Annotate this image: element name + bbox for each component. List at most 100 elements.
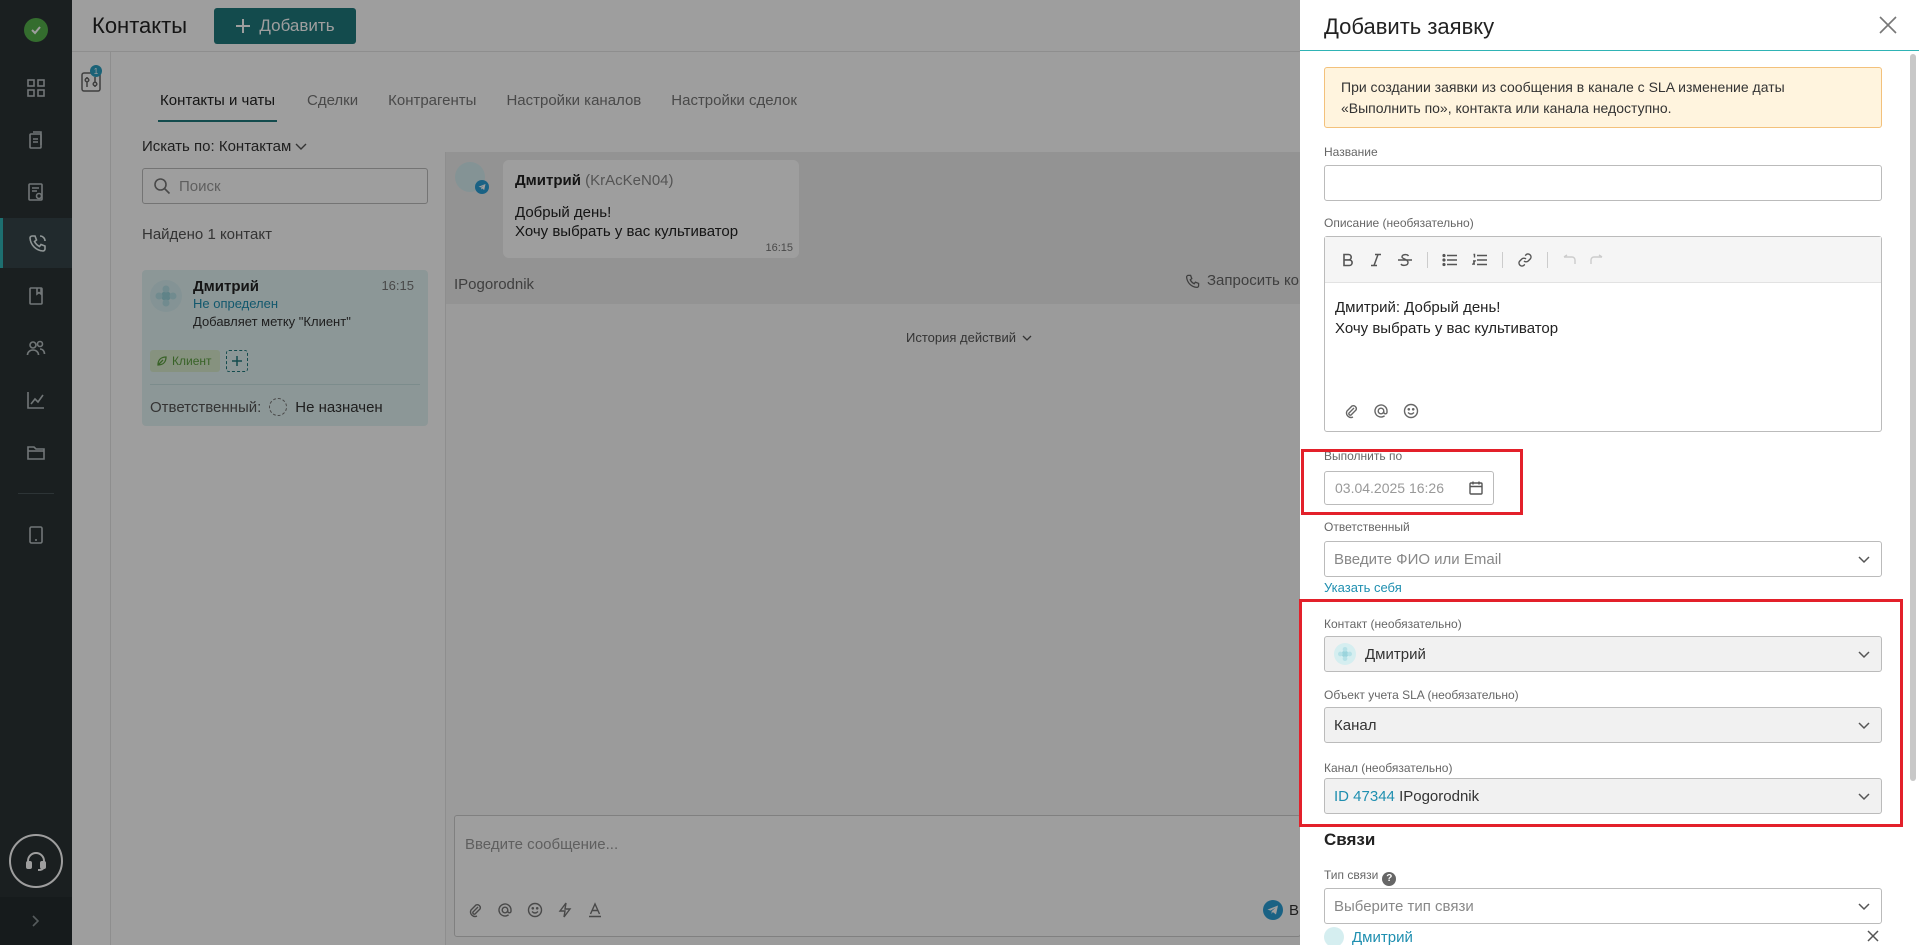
sidebar-item-knowledge[interactable] <box>0 271 72 321</box>
bullet-list-icon[interactable] <box>1442 253 1458 267</box>
attach-icon[interactable] <box>1343 403 1359 419</box>
search-by-label: Искать по: Контактам <box>142 138 292 155</box>
tab-channel-settings[interactable]: Настройки каналов <box>506 88 641 122</box>
link-type-select[interactable]: Выберите тип связи <box>1324 888 1882 924</box>
message-time: 16:15 <box>765 242 793 254</box>
message-composer[interactable]: Введите сообщение... В <box>454 815 1301 937</box>
responsible-label: Ответственный: <box>150 398 262 416</box>
description-text: Дмитрий: Добрый день! Хочу выбрать у вас… <box>1335 297 1558 339</box>
sidebar-item-team[interactable] <box>0 323 72 373</box>
chevron-down-icon <box>1857 552 1871 566</box>
sidebar-item-contacts[interactable] <box>0 218 72 268</box>
sidebar-item-reports[interactable] <box>0 167 72 217</box>
sidebar-expand-button[interactable] <box>0 897 72 945</box>
contact-select[interactable]: Дмитрий <box>1324 636 1882 672</box>
tabs: Контакты и чаты Сделки Контрагенты Настр… <box>158 88 797 122</box>
contact-name: Дмитрий <box>193 278 259 295</box>
mention-icon[interactable] <box>1373 403 1389 419</box>
scrollbar[interactable] <box>1910 54 1916 781</box>
tab-counterparties[interactable]: Контрагенты <box>388 88 476 122</box>
undo-icon[interactable] <box>1562 253 1576 266</box>
channel-label: Канал (необязательно) <box>1324 761 1453 775</box>
sla-object-select[interactable]: Канал <box>1324 707 1882 743</box>
folder-icon <box>26 442 46 462</box>
send-button[interactable]: В <box>1263 900 1299 920</box>
sidebar-divider <box>18 493 54 494</box>
link-icon[interactable] <box>1517 252 1533 268</box>
message-line-2: Хочу выбрать у вас культиватор <box>515 223 739 240</box>
sidebar-item-analytics[interactable] <box>0 375 72 425</box>
sla-object-label: Объект учета SLA (необязательно) <box>1324 688 1519 702</box>
help-icon[interactable]: ? <box>1382 871 1397 886</box>
avatar <box>150 280 182 312</box>
responsible-select[interactable]: Введите ФИО или Email <box>1324 541 1882 577</box>
sidebar <box>0 0 72 945</box>
italic-icon[interactable] <box>1369 253 1383 267</box>
history-toggle[interactable]: История действий <box>906 330 1032 345</box>
tab-deals[interactable]: Сделки <box>307 88 358 122</box>
calendar-icon[interactable] <box>1468 480 1484 496</box>
emoji-icon[interactable] <box>527 902 543 918</box>
close-icon[interactable] <box>1866 929 1880 943</box>
support-button[interactable] <box>9 834 63 888</box>
name-label: Название <box>1324 145 1378 159</box>
request-contact-button[interactable]: Запросить ко <box>1185 272 1299 289</box>
search-by-dropdown[interactable]: Искать по: Контактам <box>142 138 307 155</box>
add-button[interactable]: Добавить <box>214 8 356 44</box>
contact-last-action: Добавляет метку "Клиент" <box>193 314 351 329</box>
numbered-list-icon[interactable] <box>1472 253 1488 267</box>
report-icon <box>26 182 46 202</box>
due-date-input[interactable]: 03.04.2025 16:26 <box>1324 471 1494 505</box>
filter-count-badge: 1 <box>90 65 102 77</box>
contact-responsible: Ответственный: Не назначен <box>150 398 383 416</box>
add-tag-button[interactable] <box>226 350 248 372</box>
emoji-icon[interactable] <box>1403 403 1419 419</box>
found-count: Найдено 1 контакт <box>142 226 272 243</box>
search-input[interactable]: Поиск <box>142 168 428 204</box>
filter-strip: 1 <box>72 52 111 945</box>
chart-icon <box>26 390 46 410</box>
channel-select[interactable]: ID 47344 IPogorodnik <box>1324 778 1882 814</box>
sidebar-item-files[interactable] <box>0 427 72 477</box>
name-input[interactable] <box>1324 165 1882 201</box>
plus-icon <box>235 18 251 34</box>
contact-card[interactable]: Дмитрий 16:15 Не определен Добавляет мет… <box>142 270 428 426</box>
responsible-value[interactable]: Не назначен <box>295 399 382 416</box>
responsible-placeholder: Введите ФИО или Email <box>1334 551 1502 568</box>
close-icon[interactable] <box>1875 12 1901 38</box>
description-editor[interactable]: Дмитрий: Добрый день! Хочу выбрать у вас… <box>1324 236 1882 432</box>
chevron-down-icon <box>295 143 307 151</box>
mention-icon[interactable] <box>497 902 513 918</box>
leaf-icon <box>156 355 168 367</box>
assign-self-link[interactable]: Указать себя <box>1324 580 1402 595</box>
linked-contact-name[interactable]: Дмитрий <box>1352 929 1413 945</box>
sidebar-item-device[interactable] <box>0 510 72 560</box>
avatar <box>1324 927 1344 945</box>
description-label: Описание (необязательно) <box>1324 216 1474 230</box>
chevron-down-icon <box>1857 899 1871 913</box>
due-date-value: 03.04.2025 16:26 <box>1335 480 1444 496</box>
strikethrough-icon[interactable] <box>1397 253 1413 267</box>
lightning-icon[interactable] <box>557 902 573 918</box>
attach-icon[interactable] <box>467 902 483 918</box>
search-icon <box>153 177 171 195</box>
tab-contacts-chats[interactable]: Контакты и чаты <box>158 88 277 122</box>
tag-client[interactable]: Клиент <box>150 350 220 372</box>
bold-icon[interactable] <box>1341 253 1355 267</box>
header-divider <box>1300 50 1919 51</box>
linked-item: Дмитрий <box>1324 927 1882 945</box>
tab-deal-settings[interactable]: Настройки сделок <box>671 88 797 122</box>
redo-icon[interactable] <box>1590 253 1604 266</box>
contact-value: Дмитрий <box>1365 646 1426 663</box>
message-bubble: Дмитрий (KrAcKeN04) Добрый день! Хочу вы… <box>503 160 799 258</box>
sidebar-item-tasks[interactable] <box>0 115 72 165</box>
composer-placeholder: Введите сообщение... <box>465 836 619 853</box>
text-format-icon[interactable] <box>587 902 603 918</box>
chevron-right-icon <box>31 914 41 928</box>
sla-warning: При создании заявки из сообщения в канал… <box>1324 67 1882 128</box>
contact-label: Контакт (необязательно) <box>1324 617 1462 631</box>
description-line-1: Дмитрий: Добрый день! <box>1335 299 1501 316</box>
phone-icon <box>28 233 48 253</box>
sidebar-item-dashboard[interactable] <box>0 63 72 113</box>
description-line-2: Хочу выбрать у вас культиватор <box>1335 320 1559 337</box>
